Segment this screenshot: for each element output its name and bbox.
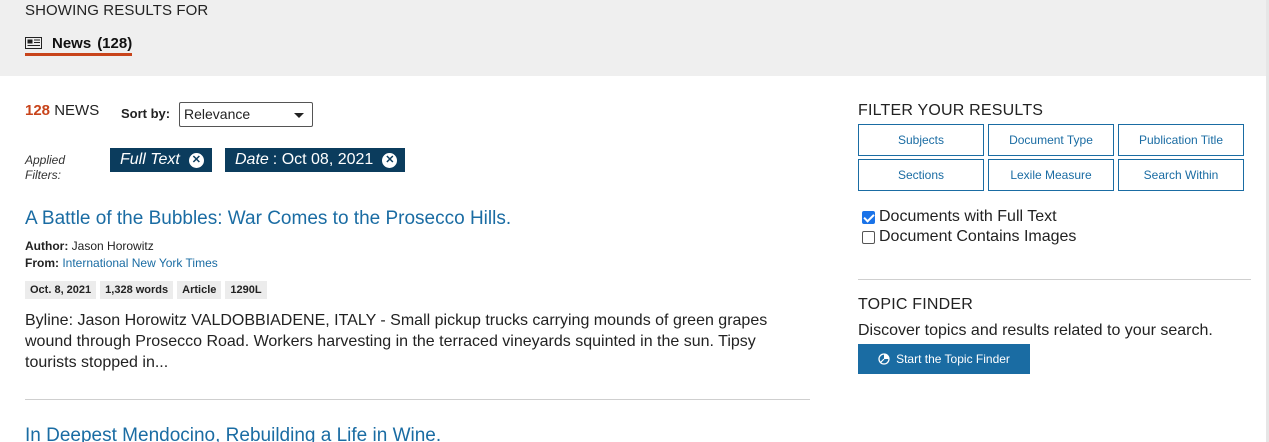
result-snippet: Byline: Jason Horowitz VALDOBBIADENE, IT… [25, 312, 768, 371]
filter-document-type-button[interactable]: Document Type [988, 124, 1114, 156]
from-label: From: [25, 256, 59, 270]
result-count-number: 128 [25, 102, 51, 119]
newspaper-icon [25, 37, 42, 49]
result-count-label: NEWS [54, 102, 100, 119]
filter-search-within-button[interactable]: Search Within [1118, 159, 1244, 191]
filter-chip-date[interactable]: Date : Oct 08, 2021 ✕ [225, 148, 406, 172]
images-checkbox[interactable] [862, 230, 875, 244]
filter-sections-button[interactable]: Sections [858, 159, 984, 191]
result-source: From: International New York Times [25, 256, 218, 270]
result-divider [25, 399, 810, 400]
filter-publication-title-button[interactable]: Publication Title [1118, 124, 1244, 156]
topic-finder-heading: TOPIC FINDER [858, 296, 974, 313]
images-checkbox-label: Document Contains Images [879, 228, 1077, 245]
close-icon[interactable]: ✕ [382, 152, 398, 168]
sort-select-value: Relevance [184, 106, 251, 122]
tab-news-label: News [52, 34, 92, 52]
filter-chip-label: Full Text [120, 151, 180, 168]
result-author: Author: Jason Horowitz [25, 239, 154, 253]
applied-filters-label: Applied Filters: [25, 153, 66, 182]
filter-chip-full-text[interactable]: Full Text ✕ [110, 148, 212, 172]
topic-finder-description: Discover topics and results related to y… [858, 322, 1213, 339]
filter-lexile-button[interactable]: Lexile Measure [988, 159, 1114, 191]
source-link[interactable]: International New York Times [62, 256, 217, 270]
tab-news-count: (128) [97, 34, 133, 52]
tab-news[interactable]: News (128) [25, 34, 133, 56]
full-text-checkbox-label: Documents with Full Text [879, 208, 1057, 225]
result-title-link[interactable]: A Battle of the Bubbles: War Comes to th… [25, 208, 511, 230]
full-text-checkbox-row[interactable]: Documents with Full Text [862, 208, 1057, 226]
images-checkbox-row[interactable]: Document Contains Images [862, 228, 1076, 246]
badge-doc-type: Article [177, 281, 222, 299]
topic-wheel-icon [878, 353, 890, 365]
panel-divider [858, 279, 1251, 280]
author-label: Author: [25, 239, 69, 253]
start-topic-finder-label: Start the Topic Finder [896, 352, 1010, 366]
filter-chip-label: Date [235, 151, 269, 168]
badge-word-count: 1,328 words [100, 281, 174, 299]
author-name: Jason Horowitz [71, 239, 154, 253]
sort-label: Sort by: [121, 106, 171, 121]
result-badges: Oct. 8, 2021 1,328 words Article 1290L [25, 281, 267, 299]
filter-heading: FILTER YOUR RESULTS [858, 102, 1044, 119]
result-count: 128 NEWS [25, 102, 99, 119]
chevron-down-icon [294, 113, 304, 118]
filter-subjects-button[interactable]: Subjects [858, 124, 984, 156]
badge-lexile: 1290L [225, 281, 267, 299]
sort-select[interactable]: Relevance [179, 102, 313, 127]
showing-results-label: SHOWING RESULTS FOR [25, 2, 209, 19]
result-title-link[interactable]: In Deepest Mendocino, Rebuilding a Life … [25, 425, 441, 442]
start-topic-finder-button[interactable]: Start the Topic Finder [858, 344, 1030, 374]
filter-chip-value: : Oct 08, 2021 [272, 151, 374, 168]
close-icon[interactable]: ✕ [188, 152, 204, 168]
badge-date: Oct. 8, 2021 [25, 281, 97, 299]
full-text-checkbox[interactable] [862, 210, 875, 224]
